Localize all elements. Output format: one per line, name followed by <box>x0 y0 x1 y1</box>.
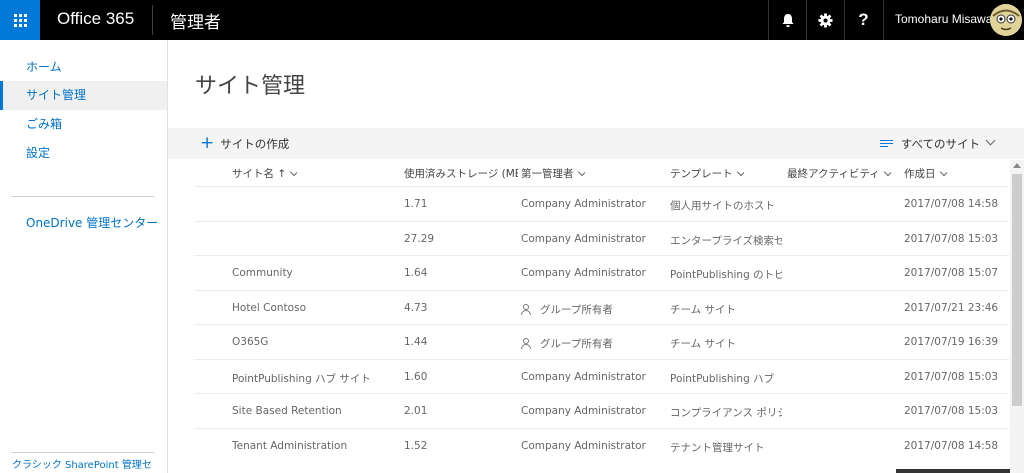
cell-storage: 27.29 <box>404 233 435 245</box>
cell-created: 2017/07/08 15:03 <box>904 233 999 245</box>
settings-button[interactable] <box>806 0 844 40</box>
chevron-down-icon <box>289 167 298 177</box>
app-launcher-button[interactable] <box>0 0 40 40</box>
column-header-primary-admin[interactable]: 第一管理者 <box>521 166 585 181</box>
nav-item-settings[interactable]: 設定 <box>0 139 167 168</box>
table-row[interactable]: Hotel Contoso 4.73 グループ所有者 チーム サイト 2017/… <box>195 290 1009 324</box>
table-row[interactable]: O365G 1.44 グループ所有者 チーム サイト 2017/07/19 16… <box>195 324 1009 358</box>
page-title: サイト管理 <box>195 74 306 99</box>
cell-primary-admin: グループ所有者 <box>521 302 613 317</box>
chevron-down-icon <box>736 167 744 177</box>
column-header-last-activity[interactable]: 最終アクティビティ <box>787 166 891 181</box>
cell-template: チーム サイト <box>670 304 737 316</box>
create-site-button[interactable]: + サイトの作成 <box>200 128 289 159</box>
cell-storage: 1.44 <box>404 336 428 348</box>
user-name: Tomoharu Misawa <box>895 12 993 26</box>
cell-storage: 1.71 <box>404 198 428 210</box>
nav-item-onedrive-admin[interactable]: OneDrive 管理センター <box>0 209 167 238</box>
app-title: 管理者 <box>170 13 221 33</box>
create-site-label: サイトの作成 <box>220 136 290 151</box>
avatar <box>990 4 1022 36</box>
cell-template: コンプライアンス ポリシー <box>670 407 782 419</box>
notifications-button[interactable] <box>768 0 806 40</box>
chevron-down-icon <box>577 167 585 177</box>
table-row[interactable]: 27.29 Company Administrator エンタープライズ検索セン… <box>195 221 1009 255</box>
waffle-icon <box>13 13 27 27</box>
cell-created: 2017/07/08 14:58 <box>904 198 999 210</box>
brand-title[interactable]: Office 365 <box>57 9 134 29</box>
cell-created: 2017/07/19 16:39 <box>904 336 999 348</box>
cell-primary-admin: Company Administrator <box>521 440 646 452</box>
help-button[interactable]: ? <box>844 0 882 40</box>
header-divider <box>152 5 153 35</box>
cell-template: PointPublishing のトピック <box>670 269 782 281</box>
cell-created: 2017/07/08 15:03 <box>904 405 999 417</box>
chevron-down-icon <box>985 135 996 146</box>
column-header-template[interactable]: テンプレート <box>670 166 744 181</box>
cell-template: テナント管理サイト <box>670 442 765 454</box>
scroll-up-arrow-icon[interactable] <box>1013 163 1021 168</box>
cell-site-name: Tenant Administration <box>232 440 348 452</box>
table-row[interactable]: PointPublishing ハブ サイト 1.60 Company Admi… <box>195 359 1009 393</box>
cell-template: 個人用サイトのホスト <box>670 200 775 212</box>
chevron-down-icon <box>939 167 947 177</box>
vertical-scrollbar[interactable] <box>1010 160 1024 473</box>
chevron-down-icon <box>883 167 891 177</box>
view-selector-dropdown[interactable]: すべてのサイト <box>879 128 996 159</box>
bell-icon <box>782 13 793 27</box>
table-row[interactable]: Tenant Administration 1.52 Company Admin… <box>195 428 1009 462</box>
list-view-icon <box>879 138 893 149</box>
cell-site-name: PointPublishing ハブ サイト <box>232 373 371 385</box>
nav-divider-bottom <box>12 452 154 453</box>
cell-primary-admin: Company Administrator <box>521 405 646 417</box>
user-account-button[interactable]: Tomoharu Misawa <box>883 0 1024 40</box>
cell-storage: 1.52 <box>404 440 428 452</box>
plus-icon: + <box>200 133 215 153</box>
table-row[interactable]: 1.71 Company Administrator 個人用サイトのホスト 20… <box>195 186 1009 220</box>
cell-storage: 4.73 <box>404 302 428 314</box>
classic-sharepoint-admin-link[interactable]: クラシック SharePoint 管理セ <box>12 456 162 471</box>
nav-item-home[interactable]: ホーム <box>0 53 167 82</box>
nav-item-site-management[interactable]: サイト管理 <box>0 81 167 110</box>
column-header-storage[interactable]: 使用済みストレージ (MB) <box>404 166 518 181</box>
scrollbar-thumb[interactable] <box>1012 174 1022 406</box>
cell-template: エンタープライズ検索セン <box>670 235 782 247</box>
cell-primary-admin: Company Administrator <box>521 371 646 383</box>
group-owner-icon <box>521 338 531 349</box>
cell-created: 2017/07/08 15:07 <box>904 267 999 279</box>
cell-created: 2017/07/08 14:58 <box>904 440 999 452</box>
command-bar: + サイトの作成 すべてのサイト <box>168 128 1024 159</box>
cell-storage: 1.60 <box>404 371 428 383</box>
cell-primary-admin: Company Administrator <box>521 267 646 279</box>
cell-template: PointPublishing ハブ <box>670 373 775 385</box>
horizontal-scrollbar-thumb[interactable] <box>896 469 1010 473</box>
nav-divider <box>12 196 154 197</box>
group-owner-icon <box>521 304 531 315</box>
cell-site-name: Community <box>232 267 293 279</box>
nav-item-recycle-bin[interactable]: ごみ箱 <box>0 110 167 139</box>
cell-site-name: Hotel Contoso <box>232 302 306 314</box>
gear-icon <box>818 12 833 28</box>
left-navigation: ホーム サイト管理 ごみ箱 設定 OneDrive 管理センター クラシック S… <box>0 40 168 473</box>
avatar-face-icon <box>990 4 1022 36</box>
column-header-created[interactable]: 作成日 <box>904 166 947 181</box>
top-bar: Office 365 管理者 ? Tomoharu Misawa <box>0 0 1024 40</box>
cell-created: 2017/07/08 15:03 <box>904 371 999 383</box>
view-selector-label: すべてのサイト <box>900 136 980 151</box>
cell-template: チーム サイト <box>670 338 737 350</box>
cell-site-name: Site Based Retention <box>232 405 342 417</box>
cell-primary-admin: Company Administrator <box>521 233 646 245</box>
column-header-site-name[interactable]: サイト名 ↑ <box>232 166 298 181</box>
cell-storage: 1.64 <box>404 267 428 279</box>
table-row[interactable]: Site Based Retention 2.01 Company Admini… <box>195 393 1009 427</box>
cell-primary-admin: グループ所有者 <box>521 336 613 351</box>
cell-primary-admin: Company Administrator <box>521 198 646 210</box>
cell-created: 2017/07/21 23:46 <box>904 302 999 314</box>
cell-site-name: O365G <box>232 336 269 348</box>
cell-storage: 2.01 <box>404 405 428 417</box>
table-row[interactable]: Community 1.64 Company Administrator Poi… <box>195 255 1009 289</box>
